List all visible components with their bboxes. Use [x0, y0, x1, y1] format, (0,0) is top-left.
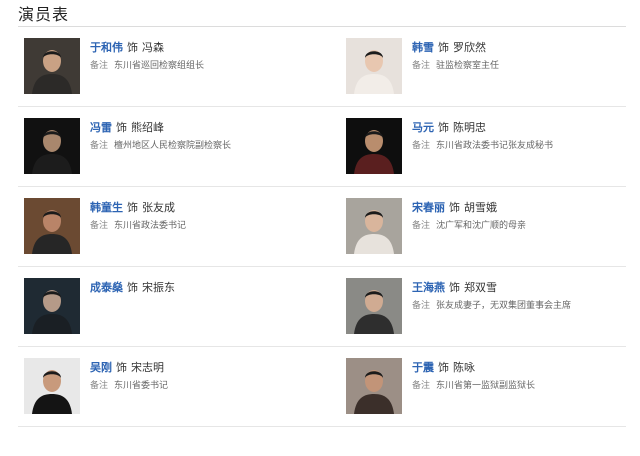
actor-photo[interactable] — [24, 358, 80, 414]
actor-photo[interactable] — [24, 38, 80, 94]
note-label: 备注 — [90, 221, 109, 231]
cast-name-line: 韩雪饰罗欣然 — [412, 39, 486, 55]
actor-name-link[interactable]: 韩雪 — [412, 41, 434, 54]
as-label: 饰 — [449, 281, 460, 294]
actor-name-link[interactable]: 王海燕 — [412, 281, 445, 294]
cast-note: 备注 东川省政法委书记张友成秘书 — [412, 138, 553, 151]
actor-photo[interactable] — [346, 38, 402, 94]
cast-entry: 王海燕饰郑双雪备注 张友成妻子，无双集团董事会主席 — [340, 267, 630, 346]
as-label: 饰 — [438, 121, 449, 134]
note-text: 檀州地区人民检察院副检察长 — [114, 141, 232, 151]
cast-note: 备注 东川省巡回检察组组长 — [90, 58, 204, 71]
cast-name-line: 宋春丽饰胡雪娥 — [412, 199, 497, 215]
note-text: 东川省政法委书记 — [114, 221, 187, 231]
as-label: 饰 — [127, 41, 138, 54]
note-label: 备注 — [412, 301, 431, 311]
cast-name-line: 成泰燊饰宋振东 — [90, 279, 175, 295]
role-name: 冯森 — [142, 41, 164, 54]
actor-photo[interactable] — [346, 358, 402, 414]
cast-name-line: 于和伟饰冯森 — [90, 39, 164, 55]
cast-name-line: 马元饰陈明忠 — [412, 119, 486, 135]
note-text: 张友成妻子，无双集团董事会主席 — [436, 301, 572, 311]
actor-name-link[interactable]: 宋春丽 — [412, 201, 445, 214]
actor-photo[interactable] — [24, 198, 80, 254]
cast-name-line: 吴刚饰宋志明 — [90, 359, 164, 375]
cast-entry: 韩雪饰罗欣然 备注 驻监检察室主任 — [340, 27, 630, 106]
note-label: 备注 — [412, 61, 431, 71]
cast-note: 备注 檀州地区人民检察院副检察长 — [90, 138, 231, 151]
actor-photo[interactable] — [346, 198, 402, 254]
cast-row: 吴刚饰宋志明 备注 东川省委书记 于震饰陈咏 备注 东川省第一监狱副监狱长 — [18, 347, 626, 427]
actor-name-link[interactable]: 于和伟 — [90, 41, 123, 54]
role-name: 张友成 — [142, 201, 175, 214]
cast-row: 成泰燊饰宋振东 王海燕饰郑双雪 备注 张友成妻子，无双集团董事会主席 — [18, 267, 626, 347]
note-text: 东川省政法委书记张友成秘书 — [436, 141, 554, 151]
role-name: 陈明忠 — [453, 121, 486, 134]
role-name: 罗欣然 — [453, 41, 486, 54]
cast-row: 于和伟饰冯森 备注 东川省巡回检察组组长 韩雪饰罗欣然 备注 驻监检察室主任 — [18, 27, 626, 107]
note-text: 东川省第一监狱副监狱长 — [436, 381, 536, 391]
as-label: 饰 — [116, 361, 127, 374]
cast-note: 备注 东川省第一监狱副监狱长 — [412, 378, 535, 391]
cast-list: 于和伟饰冯森 备注 东川省巡回检察组组长 韩雪饰罗欣然 备注 驻监检察室主任 冯雷饰熊绍峰备… — [18, 27, 626, 427]
actor-photo[interactable] — [346, 278, 402, 334]
cast-entry: 于震饰陈咏备注 东川省第一监狱副监狱长 — [340, 347, 630, 426]
as-label: 饰 — [438, 361, 449, 374]
note-text: 驻监检察室主任 — [436, 61, 500, 71]
note-label: 备注 — [90, 141, 109, 151]
role-name: 胡雪娥 — [464, 201, 497, 214]
cast-entry: 成泰燊饰宋振东 — [18, 267, 308, 346]
section-header: 演员表 — [18, 0, 626, 27]
actor-name-link[interactable]: 成泰燊 — [90, 281, 123, 294]
note-label: 备注 — [90, 381, 109, 391]
note-label: 备注 — [412, 221, 431, 231]
actor-name-link[interactable]: 韩童生 — [90, 201, 123, 214]
cast-entry: 于和伟饰冯森备注 东川省巡回检察组组长 — [18, 27, 308, 106]
actor-name-link[interactable]: 马元 — [412, 121, 434, 134]
cast-note: 备注 沈广军和沈广顺的母亲 — [412, 218, 526, 231]
actor-name-link[interactable]: 吴刚 — [90, 361, 112, 374]
cast-entry: 冯雷饰熊绍峰备注 檀州地区人民检察院副检察长 — [18, 107, 308, 186]
role-name: 郑双雪 — [464, 281, 497, 294]
actor-photo[interactable] — [24, 278, 80, 334]
role-name: 陈咏 — [453, 361, 475, 374]
actor-name-link[interactable]: 于震 — [412, 361, 434, 374]
cast-note: 备注 张友成妻子，无双集团董事会主席 — [412, 298, 571, 311]
cast-name-line: 于震饰陈咏 — [412, 359, 475, 375]
note-text: 沈广军和沈广顺的母亲 — [436, 221, 527, 231]
actor-photo[interactable] — [346, 118, 402, 174]
as-label: 饰 — [438, 41, 449, 54]
cast-note: 备注 东川省政法委书记 — [90, 218, 186, 231]
cast-name-line: 韩童生饰张友成 — [90, 199, 175, 215]
cast-name-line: 王海燕饰郑双雪 — [412, 279, 497, 295]
cast-row: 韩童生饰张友成 备注 东川省政法委书记 宋春丽饰胡雪娥 备注 沈广军和沈广顺的母亲 — [18, 187, 626, 267]
note-label: 备注 — [90, 61, 109, 71]
as-label: 饰 — [116, 121, 127, 134]
actor-photo[interactable] — [24, 118, 80, 174]
note-label: 备注 — [412, 141, 431, 151]
as-label: 饰 — [449, 201, 460, 214]
cast-entry: 韩童生饰张友成 备注 东川省政法委书记 — [18, 187, 308, 266]
role-name: 熊绍峰 — [131, 121, 164, 134]
cast-entry: 宋春丽饰胡雪娥备注 沈广军和沈广顺的母亲 — [340, 187, 630, 266]
cast-note: 备注 东川省委书记 — [90, 378, 168, 391]
cast-row: 冯雷饰熊绍峰 备注 檀州地区人民检察院副检察长 马元饰陈明忠 备注 东川省政法委书记张友成… — [18, 107, 626, 187]
note-text: 东川省巡回检察组组长 — [114, 61, 205, 71]
note-label: 备注 — [412, 381, 431, 391]
as-label: 饰 — [127, 201, 138, 214]
cast-entry: 马元饰陈明忠备注 东川省政法委书记张友成秘书 — [340, 107, 630, 186]
cast-name-line: 冯雷饰熊绍峰 — [90, 119, 164, 135]
role-name: 宋振东 — [142, 281, 175, 294]
section-title: 演员表 — [18, 5, 70, 24]
cast-note: 备注 驻监检察室主任 — [412, 58, 499, 71]
role-name: 宋志明 — [131, 361, 164, 374]
as-label: 饰 — [127, 281, 138, 294]
actor-name-link[interactable]: 冯雷 — [90, 121, 112, 134]
note-text: 东川省委书记 — [114, 381, 169, 391]
cast-entry: 吴刚饰宋志明 备注 东川省委书记 — [18, 347, 308, 426]
